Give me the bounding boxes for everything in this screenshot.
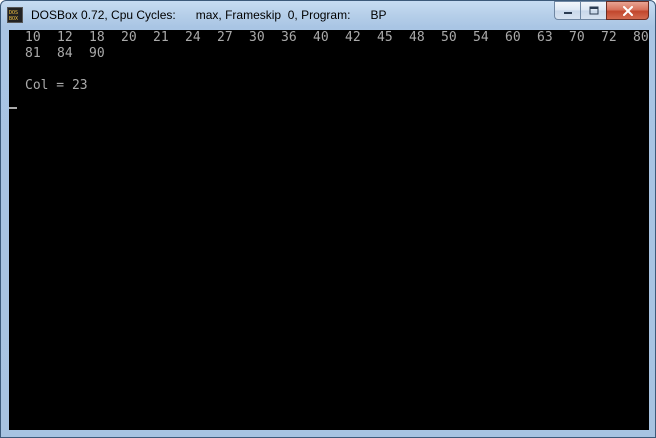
- number-value: 27: [217, 30, 233, 45]
- number-value: 50: [441, 30, 457, 45]
- result-line: Col = 23: [25, 78, 88, 93]
- title-bar[interactable]: DOS BOX DOSBox 0.72, Cpu Cycles: max, Fr…: [1, 1, 655, 29]
- minimize-button[interactable]: [554, 1, 580, 20]
- number-value: 81: [25, 46, 41, 61]
- number-value: 18: [89, 30, 105, 45]
- close-button[interactable]: [606, 1, 649, 20]
- number-value: 24: [185, 30, 201, 45]
- number-value: 72: [601, 30, 617, 45]
- dosbox-window: DOS BOX DOSBox 0.72, Cpu Cycles: max, Fr…: [0, 0, 656, 438]
- number-value: 84: [57, 46, 73, 61]
- number-value: 70: [569, 30, 585, 45]
- maximize-icon: [589, 6, 598, 15]
- svg-text:BOX: BOX: [9, 16, 18, 22]
- number-value: 48: [409, 30, 425, 45]
- number-value: 36: [281, 30, 297, 45]
- number-value: 40: [313, 30, 329, 45]
- dosbox-icon[interactable]: DOS BOX: [7, 7, 23, 23]
- number-value: 45: [377, 30, 393, 45]
- output-line-2: 81 84 90: [9, 46, 649, 62]
- text-cursor: [9, 107, 17, 109]
- number-value: 10: [25, 30, 41, 45]
- window-title: DOSBox 0.72, Cpu Cycles: max, Frameskip …: [31, 8, 387, 22]
- number-value: 60: [505, 30, 521, 45]
- number-value: 90: [89, 46, 105, 61]
- number-value: 30: [249, 30, 265, 45]
- number-value: 12: [57, 30, 73, 45]
- output-line-1: 10 12 18 20 21 24 27 30 36 40 42 45 48 50 54 60 63 70 72 80: [9, 30, 649, 46]
- close-icon: [622, 5, 633, 16]
- window-controls: [554, 1, 649, 21]
- maximize-button[interactable]: [580, 1, 606, 20]
- number-value: 21: [153, 30, 169, 45]
- dos-screen[interactable]: 10 12 18 20 21 24 27 30 36 40 42 45 48 50 54 60 63 70 72 80…: [9, 30, 649, 430]
- number-value: 54: [473, 30, 489, 45]
- minimize-icon: [563, 11, 572, 14]
- number-value: 20: [121, 30, 137, 45]
- number-value: 42: [345, 30, 361, 45]
- number-value: 63: [537, 30, 553, 45]
- number-value: 80: [633, 30, 649, 45]
